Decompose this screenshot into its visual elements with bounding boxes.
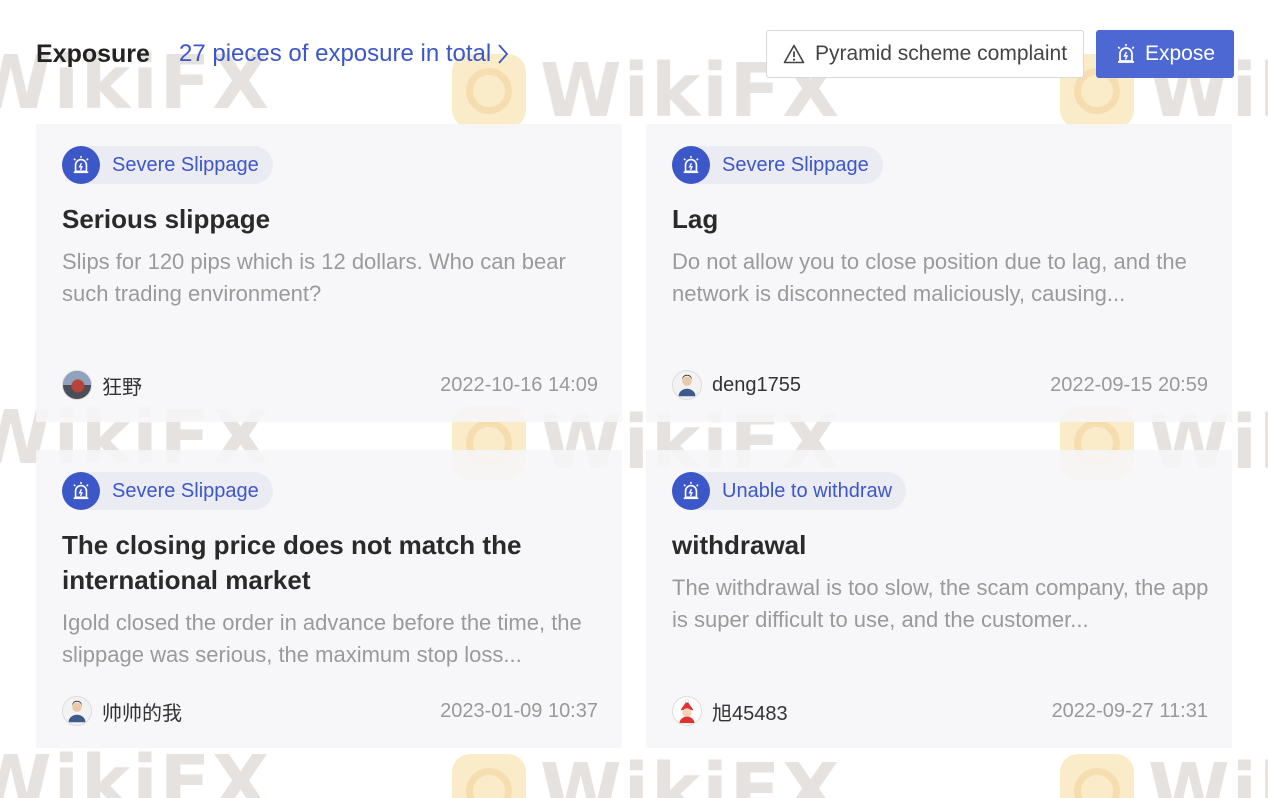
watermark: WikiFX: [0, 740, 272, 798]
card-title: withdrawal: [672, 530, 807, 560]
category-tag-label: Unable to withdraw: [722, 479, 893, 502]
author-name: 帅帅的我: [102, 702, 182, 725]
post-date: 2022-09-27 11:31: [1051, 699, 1208, 722]
exposure-card[interactable]: Severe Slippage Serious slippage Slips f…: [36, 124, 622, 422]
chevron-right-icon: [498, 44, 509, 64]
author-name: 狂野: [102, 376, 142, 399]
alarm-icon: [62, 146, 100, 184]
watermark-logo-icon: [452, 754, 526, 798]
category-tag: Severe Slippage: [62, 472, 273, 510]
card-title: Serious slippage: [62, 204, 271, 234]
avatar: [672, 370, 702, 400]
watermark: WikiFX: [1060, 748, 1268, 798]
exposure-header: Exposure 27 pieces of exposure in total …: [36, 30, 1234, 78]
author-name: deng1755: [712, 373, 801, 396]
card-footer: 狂野 2022-10-16 14:09: [62, 370, 598, 400]
exposure-total-label: 27 pieces of exposure in total: [179, 40, 492, 67]
card-title: Lag: [672, 204, 719, 234]
post-date: 2022-10-16 14:09: [440, 373, 598, 396]
author: 帅帅的我: [62, 696, 182, 726]
expose-label: Expose: [1144, 42, 1216, 65]
card-footer: 帅帅的我 2023-01-09 10:37: [62, 696, 598, 726]
pyramid-complaint-button[interactable]: Pyramid scheme complaint: [766, 30, 1084, 78]
watermark: WikiFX: [452, 748, 841, 798]
exposure-card[interactable]: Severe Slippage The closing price does n…: [36, 450, 622, 748]
alarm-icon: [672, 472, 710, 510]
watermark-logo-icon: [1060, 754, 1134, 798]
card-description: Slips for 120 pips which is 12 dollars. …: [62, 249, 566, 306]
category-tag-label: Severe Slippage: [722, 153, 869, 176]
section-title: Exposure: [36, 40, 150, 68]
author: 旭45483: [672, 696, 788, 726]
warning-icon: [783, 44, 805, 64]
alarm-icon: [1117, 44, 1135, 63]
category-tag: Severe Slippage: [672, 146, 883, 184]
avatar: [672, 696, 702, 726]
avatar: [62, 370, 92, 400]
exposure-card[interactable]: Unable to withdraw withdrawal The withdr…: [646, 450, 1232, 748]
card-footer: deng1755 2022-09-15 20:59: [672, 370, 1208, 400]
category-tag: Severe Slippage: [62, 146, 273, 184]
exposure-card[interactable]: Severe Slippage Lag Do not allow you to …: [646, 124, 1232, 422]
category-tag-label: Severe Slippage: [112, 479, 259, 502]
author: 狂野: [62, 370, 142, 400]
exposure-total-link[interactable]: 27 pieces of exposure in total: [179, 40, 509, 68]
post-date: 2022-09-15 20:59: [1050, 373, 1208, 396]
alarm-icon: [62, 472, 100, 510]
card-footer: 旭45483 2022-09-27 11:31: [672, 696, 1208, 726]
author-name: 旭45483: [712, 702, 788, 725]
expose-button[interactable]: Expose: [1096, 30, 1234, 78]
card-description: Igold closed the order in advance before…: [62, 610, 582, 667]
card-description: The withdrawal is too slow, the scam com…: [672, 575, 1209, 632]
category-tag: Unable to withdraw: [672, 472, 907, 510]
category-tag-label: Severe Slippage: [112, 153, 259, 176]
alarm-icon: [672, 146, 710, 184]
post-date: 2023-01-09 10:37: [440, 699, 598, 722]
avatar: [62, 696, 92, 726]
card-description: Do not allow you to close position due t…: [672, 249, 1187, 306]
pyramid-complaint-label: Pyramid scheme complaint: [814, 42, 1068, 65]
author: deng1755: [672, 370, 801, 400]
card-title: The closing price does not match the int…: [62, 530, 522, 595]
